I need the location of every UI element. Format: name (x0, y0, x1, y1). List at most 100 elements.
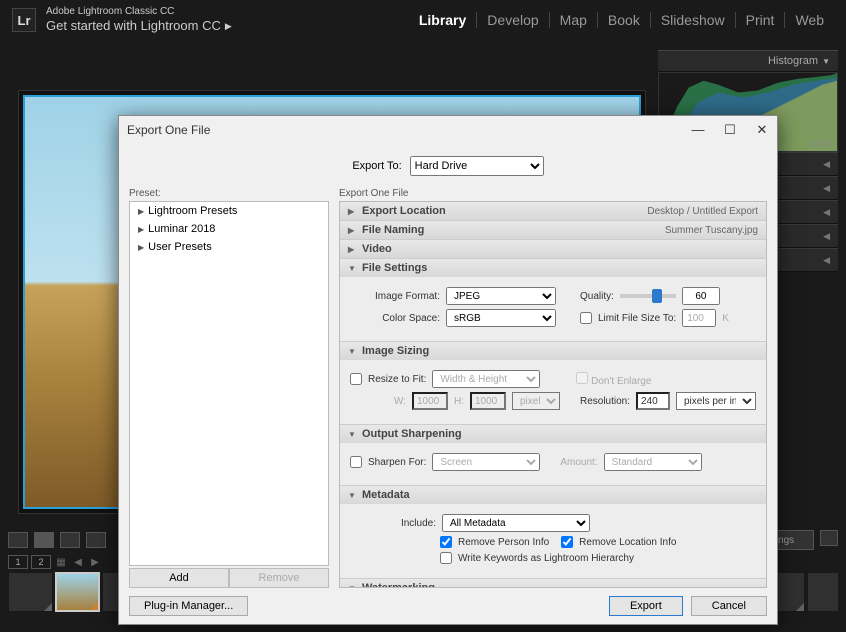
sync-button[interactable] (820, 530, 838, 546)
triangle-right-icon (348, 245, 358, 254)
write-keywords-checkbox[interactable] (440, 552, 452, 564)
screen-1-button[interactable]: 1 (8, 555, 28, 569)
image-format-select[interactable]: JPEG (446, 287, 556, 305)
histogram-header[interactable]: Histogram ▼ (658, 50, 838, 72)
cancel-button[interactable]: Cancel (691, 596, 767, 616)
section-file-settings: File Settings Image Format: JPEG Quality… (340, 259, 766, 342)
triangle-down-icon (348, 347, 358, 356)
nav-slideshow[interactable]: Slideshow (651, 12, 736, 28)
quality-slider[interactable] (620, 294, 676, 298)
include-select[interactable]: All Metadata (442, 514, 590, 532)
preset-add-button[interactable]: Add (129, 568, 229, 588)
preset-list[interactable]: Lightroom Presets Luminar 2018 User Pres… (129, 201, 329, 566)
thumbnail[interactable] (55, 572, 100, 612)
next-icon[interactable]: ▶ (88, 555, 102, 569)
window-close-icon[interactable]: ✕ (755, 122, 769, 138)
window-minimize-icon[interactable]: — (691, 122, 705, 138)
sharpen-checkbox[interactable] (350, 456, 362, 468)
histogram-info: 1/400 (808, 139, 831, 149)
nav-library[interactable]: Library (409, 12, 477, 28)
section-image-sizing: Image Sizing Resize to Fit: Width & Heig… (340, 342, 766, 425)
nav-develop[interactable]: Develop (477, 12, 549, 28)
section-video[interactable]: Video (340, 240, 766, 259)
section-header[interactable]: Output Sharpening (340, 425, 766, 443)
view-mode-loupe-icon[interactable] (34, 532, 54, 548)
triangle-down-icon (348, 430, 358, 439)
section-title: File Naming (362, 224, 424, 236)
preset-item[interactable]: User Presets (130, 238, 328, 256)
nav-map[interactable]: Map (550, 12, 598, 28)
limit-filesize-input[interactable] (682, 309, 716, 327)
prev-icon[interactable]: ◀ (71, 555, 85, 569)
app-title-main[interactable]: Get started with Lightroom CC (46, 18, 221, 34)
section-summary: Desktop / Untitled Export (647, 206, 758, 217)
section-output-sharpening: Output Sharpening Sharpen For: Screen Am… (340, 425, 766, 486)
view-mode-survey-icon[interactable] (86, 532, 106, 548)
section-file-naming[interactable]: File NamingSummer Tuscany.jpg (340, 221, 766, 240)
resize-mode-select[interactable]: Width & Height (432, 370, 540, 388)
write-keywords-label: Write Keywords as Lightroom Hierarchy (458, 553, 634, 564)
chevron-left-icon: ◀ (823, 231, 830, 242)
preset-item[interactable]: Luminar 2018 (130, 220, 328, 238)
section-header[interactable]: File Settings (340, 259, 766, 277)
resize-checkbox[interactable] (350, 373, 362, 385)
view-mode-grid-icon[interactable] (8, 532, 28, 548)
grid-small-icon[interactable]: ▦ (54, 555, 68, 569)
remove-location-checkbox[interactable] (561, 536, 573, 548)
section-header[interactable]: Metadata (340, 486, 766, 504)
section-header[interactable]: Image Sizing (340, 342, 766, 360)
remove-location-label: Remove Location Info (579, 537, 676, 548)
thumbnail[interactable] (807, 572, 838, 612)
resolution-unit-select[interactable]: pixels per inch (676, 392, 756, 410)
chevron-left-icon: ◀ (823, 255, 830, 266)
dialog-title: Export One File (127, 123, 210, 137)
limit-filesize-checkbox[interactable] (580, 312, 592, 324)
resolution-input[interactable] (636, 392, 670, 410)
export-button[interactable]: Export (609, 596, 683, 616)
sharpen-for-select[interactable]: Screen (432, 453, 540, 471)
section-export-location[interactable]: Export LocationDesktop / Untitled Export (340, 202, 766, 221)
width-input[interactable] (412, 392, 448, 410)
app-logo: Lr (12, 8, 36, 32)
remove-person-checkbox[interactable] (440, 536, 452, 548)
nav-web[interactable]: Web (785, 12, 834, 28)
settings-scroll[interactable]: Export LocationDesktop / Untitled Export… (339, 201, 767, 588)
height-input[interactable] (470, 392, 506, 410)
section-title: Watermarking (362, 582, 435, 588)
export-to-label: Export To: (352, 160, 401, 172)
section-title: Video (362, 243, 392, 255)
section-watermarking[interactable]: Watermarking (340, 579, 766, 588)
dont-enlarge-checkbox (576, 372, 588, 384)
section-title: Metadata (362, 489, 410, 501)
export-to-select[interactable]: Hard Drive (410, 156, 544, 176)
plugin-manager-button[interactable]: Plug-in Manager... (129, 596, 248, 616)
preset-item[interactable]: Lightroom Presets (130, 202, 328, 220)
chevron-left-icon: ◀ (823, 207, 830, 218)
settings-label: Export One File (339, 188, 767, 199)
preset-remove-button[interactable]: Remove (229, 568, 329, 588)
thumbnail[interactable] (8, 572, 53, 612)
chevron-left-icon: ◀ (823, 183, 830, 194)
histogram-label: Histogram (768, 55, 818, 67)
window-maximize-icon[interactable]: ☐ (723, 122, 737, 138)
color-space-label: Color Space: (350, 313, 440, 324)
remove-person-label: Remove Person Info (458, 537, 549, 548)
view-mode-compare-icon[interactable] (60, 532, 80, 548)
amount-select[interactable]: Standard (604, 453, 702, 471)
title-chevron-icon[interactable]: ▶ (225, 21, 232, 32)
filmstrip-controls: 1 2 ▦ ◀ ▶ (8, 554, 102, 570)
nav-book[interactable]: Book (598, 12, 651, 28)
triangle-down-icon (348, 264, 358, 273)
screen-2-button[interactable]: 2 (31, 555, 51, 569)
app-title-small: Adobe Lightroom Classic CC (46, 6, 232, 18)
module-nav: Library Develop Map Book Slideshow Print… (409, 12, 834, 28)
chevron-left-icon: ◀ (823, 159, 830, 170)
size-unit-select[interactable]: pixels (512, 392, 560, 410)
triangle-right-icon (348, 207, 358, 216)
quality-input[interactable] (682, 287, 720, 305)
limit-filesize-label: Limit File Size To: (598, 313, 676, 324)
triangle-down-icon (348, 584, 358, 589)
color-space-select[interactable]: sRGB (446, 309, 556, 327)
nav-print[interactable]: Print (736, 12, 786, 28)
dialog-titlebar: Export One File — ☐ ✕ (119, 116, 777, 144)
